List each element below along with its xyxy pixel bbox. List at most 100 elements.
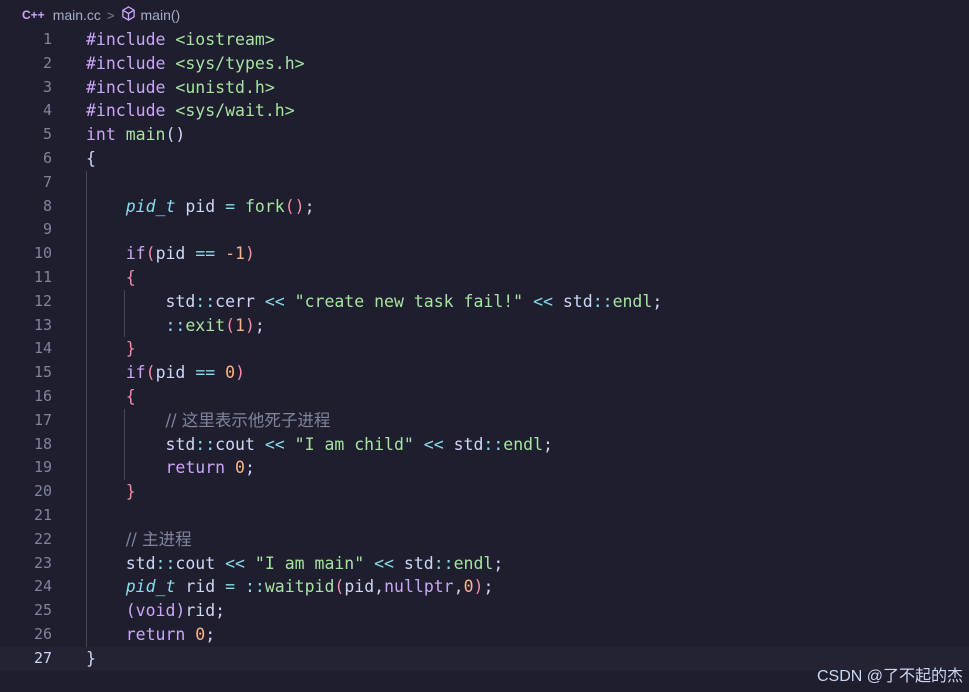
code-text: return 0; [86, 623, 215, 647]
indent-guide [86, 432, 87, 457]
code-token: << [423, 434, 444, 454]
code-token: if [125, 244, 146, 264]
code-token: ) [473, 577, 484, 597]
code-token: = [225, 577, 236, 597]
line-number: 4 [42, 101, 52, 120]
line-number: 20 [33, 482, 52, 501]
code-line[interactable]: 7 [0, 170, 969, 195]
code-token: } [86, 648, 96, 668]
code-line[interactable]: 4 #include <sys/wait.h> [0, 99, 969, 123]
code-token: std [86, 553, 156, 573]
line-number: 7 [42, 172, 52, 191]
code-token: std [86, 291, 196, 311]
line-number: 26 [33, 624, 52, 643]
code-line[interactable]: 23 std::cout << "I am main" << std::endl… [0, 551, 969, 576]
code-line[interactable]: 13 ::exit(1); [0, 313, 969, 338]
code-text: { [86, 385, 136, 409]
line-number: 25 [33, 601, 52, 620]
code-line[interactable]: 19 return 0; [0, 456, 969, 481]
line-number: 17 [33, 410, 52, 429]
code-token: std [394, 553, 434, 573]
code-token: 0 [463, 577, 474, 597]
code-line[interactable]: 3 #include <unistd.h> [0, 76, 969, 100]
code-line[interactable]: 5 int main() [0, 123, 969, 147]
code-line[interactable]: 10 if(pid == -1) [0, 242, 969, 266]
code-line[interactable]: 11 { [0, 265, 969, 290]
breadcrumb-file[interactable]: main.cc [53, 7, 101, 23]
code-line[interactable]: 24 pid_t rid = ::waitpid(pid,nullptr,0); [0, 575, 969, 600]
code-line[interactable]: 2 #include <sys/types.h> [0, 52, 969, 76]
code-editor[interactable]: 1 #include <iostream> 2 #include <sys/types… [0, 28, 969, 671]
code-token: () [165, 125, 186, 145]
code-token: cout [215, 434, 265, 454]
code-line[interactable]: 21 [0, 503, 969, 528]
code-token: exit [185, 315, 226, 335]
code-token: std [86, 434, 196, 454]
code-token: ) [245, 244, 255, 264]
line-number: 10 [33, 244, 52, 263]
code-token: ; [543, 434, 553, 454]
code-line[interactable]: 25 (void)rid; [0, 599, 969, 623]
code-line[interactable]: 18 std::cout << "I am child" << std::end… [0, 432, 969, 457]
code-token: pid [175, 196, 226, 216]
code-line[interactable]: 1 #include <iostream> [0, 28, 969, 52]
code-token: main [125, 125, 166, 145]
indent-guide [124, 432, 126, 457]
code-text: #include <sys/types.h> [86, 52, 305, 76]
indent-guide [124, 456, 126, 481]
code-text: ::exit(1); [86, 314, 264, 338]
indent-guide [86, 194, 87, 219]
code-token: #include [86, 77, 166, 97]
code-text: (void)rid; [86, 599, 225, 623]
code-line[interactable]: 8 pid_t pid = fork(); [0, 194, 969, 219]
line-number: 16 [33, 386, 52, 405]
code-token: ) [235, 363, 245, 383]
code-token: pid [155, 363, 196, 383]
code-line[interactable]: 16 { [0, 384, 969, 409]
code-line[interactable]: 22 // 主进程 [0, 527, 969, 552]
code-token: // 这里表示他死子进程 [165, 410, 331, 430]
code-line[interactable]: 26 return 0; [0, 622, 969, 647]
watermark: CSDN @了不起的杰 [816, 668, 963, 685]
code-line[interactable]: 6{ [0, 147, 969, 171]
code-token: :: [433, 553, 454, 573]
code-token: "I am main" [254, 553, 365, 573]
code-line[interactable]: 14 } [0, 337, 969, 362]
code-line[interactable]: 12 std::cerr << "create new task fail!" … [0, 289, 969, 314]
code-line[interactable]: 15 if(pid == 0) [0, 361, 969, 385]
code-token: ( [145, 244, 156, 264]
line-number: 27 [33, 648, 52, 667]
line-number: 23 [33, 553, 52, 572]
code-token: :: [244, 577, 265, 597]
code-token: // 主进程 [125, 529, 192, 549]
line-number: 5 [42, 125, 52, 144]
code-line[interactable]: 20 } [0, 480, 969, 504]
code-token: (void) [125, 601, 186, 621]
code-token: <unistd.h> [175, 77, 275, 97]
code-token: { [86, 148, 96, 168]
indent-guide [86, 170, 87, 195]
cpp-file-icon: C++ [22, 8, 45, 22]
code-line[interactable]: 9 [0, 218, 969, 243]
breadcrumb-symbol[interactable]: main() [141, 7, 181, 23]
code-token: #include [86, 53, 166, 73]
code-text: { [86, 266, 136, 290]
code-text: if(pid == -1) [86, 242, 255, 266]
line-number: 3 [42, 77, 52, 96]
code-line[interactable]: 17 // 这里表示他死子进程 [0, 408, 969, 433]
line-number: 2 [42, 53, 52, 72]
code-token: << [225, 553, 245, 573]
